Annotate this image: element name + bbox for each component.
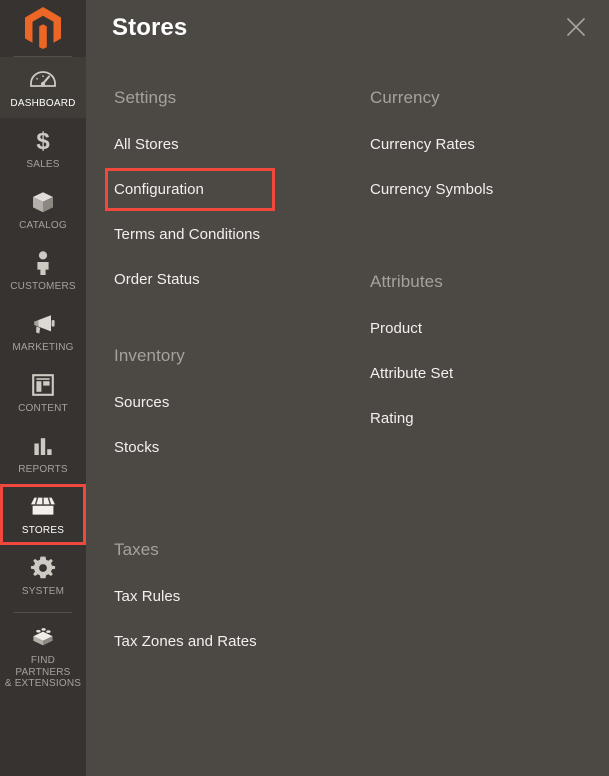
list-item: Terms and Conditions	[112, 220, 354, 249]
group-links-taxes: Tax Rules Tax Zones and Rates	[112, 582, 354, 656]
stores-flyout-panel: Stores Settings All Stores Configuration…	[86, 0, 609, 776]
link-order-status[interactable]: Order Status	[112, 265, 208, 294]
link-currency-symbols[interactable]: Currency Symbols	[368, 175, 501, 204]
sidebar-item-stores[interactable]: STORES	[0, 484, 86, 545]
sidebar-item-content[interactable]: CONTENT	[0, 362, 86, 423]
sidebar-item-label: FIND PARTNERS & EXTENSIONS	[4, 655, 82, 689]
sidebar-item-customers[interactable]: CUSTOMERS	[0, 240, 86, 301]
storefront-icon	[28, 493, 58, 521]
sidebar-item-dashboard[interactable]: DASHBOARD	[0, 57, 86, 118]
list-item: All Stores	[112, 130, 354, 159]
link-configuration[interactable]: Configuration	[105, 168, 275, 211]
panel-column-left: Settings All Stores Configuration Terms …	[86, 56, 354, 672]
sidebar-item-reports[interactable]: REPORTS	[0, 423, 86, 484]
link-currency-rates[interactable]: Currency Rates	[368, 130, 483, 159]
bar-chart-icon	[31, 432, 55, 460]
group-title-attributes: Attributes	[370, 272, 443, 291]
group-links-attributes: Product Attribute Set Rating	[368, 314, 609, 433]
page-title: Stores	[112, 14, 188, 41]
list-item: Order Status	[112, 265, 354, 294]
sidebar-item-label: SYSTEM	[21, 586, 65, 597]
sidebar-item-label: SALES	[26, 159, 60, 170]
group-title-settings: Settings	[114, 88, 177, 107]
close-icon[interactable]	[557, 8, 595, 46]
group-taxes: Taxes Tax Rules Tax Zones and Rates	[112, 540, 354, 656]
magento-logo-icon	[25, 7, 61, 49]
brick-icon	[29, 623, 57, 651]
list-item: Attribute Set	[368, 359, 609, 388]
panel-column-right: Currency Currency Rates Currency Symbols…	[354, 56, 609, 672]
sidebar-item-label: DASHBOARD	[10, 98, 76, 109]
group-links-inventory: Sources Stocks	[112, 388, 354, 462]
gear-icon	[30, 554, 56, 582]
sidebar-item-label: REPORTS	[18, 464, 68, 475]
group-title-inventory: Inventory	[114, 346, 185, 365]
sidebar-item-label: STORES	[21, 525, 65, 536]
panel-columns: Settings All Stores Configuration Terms …	[86, 56, 609, 672]
link-stocks[interactable]: Stocks	[112, 433, 167, 462]
list-item: Currency Symbols	[368, 175, 609, 204]
sidebar-item-label: CATALOG	[19, 220, 67, 231]
link-tax-zones-and-rates[interactable]: Tax Zones and Rates	[112, 627, 265, 656]
layout-icon	[31, 371, 55, 399]
list-item: Configuration	[105, 168, 354, 211]
list-item: Tax Zones and Rates	[112, 627, 354, 656]
list-item: Rating	[368, 404, 609, 433]
link-attribute-set[interactable]: Attribute Set	[368, 359, 461, 388]
link-rating[interactable]: Rating	[368, 404, 422, 433]
link-tax-rules[interactable]: Tax Rules	[112, 582, 188, 611]
svg-text:$: $	[36, 128, 50, 154]
sidebar-item-label: MARKETING	[12, 342, 74, 353]
admin-panel-root: DASHBOARD $ SALES CATALOG CUSTOMERS MARK…	[0, 0, 609, 776]
group-currency: Currency Currency Rates Currency Symbols	[368, 88, 609, 204]
sidebar-item-find-partners[interactable]: FIND PARTNERS & EXTENSIONS	[0, 613, 86, 699]
box-icon	[30, 188, 56, 216]
sidebar-item-catalog[interactable]: CATALOG	[0, 179, 86, 240]
link-sources[interactable]: Sources	[112, 388, 177, 417]
list-item: Tax Rules	[112, 582, 354, 611]
link-product[interactable]: Product	[368, 314, 430, 343]
main-sidebar: DASHBOARD $ SALES CATALOG CUSTOMERS MARK…	[0, 0, 86, 776]
sidebar-item-marketing[interactable]: MARKETING	[0, 301, 86, 362]
list-item: Product	[368, 314, 609, 343]
list-item: Sources	[112, 388, 354, 417]
list-item: Currency Rates	[368, 130, 609, 159]
panel-header: Stores	[86, 0, 609, 56]
group-links-settings: All Stores Configuration Terms and Condi…	[105, 130, 354, 294]
group-inventory: Inventory Sources Stocks	[112, 346, 354, 462]
sidebar-item-label: CONTENT	[18, 403, 68, 414]
sidebar-item-system[interactable]: SYSTEM	[0, 545, 86, 606]
gauge-icon	[30, 66, 56, 94]
list-item: Stocks	[112, 433, 354, 462]
person-icon	[33, 249, 53, 277]
group-settings: Settings All Stores Configuration Terms …	[105, 88, 354, 294]
group-attributes: Attributes Product Attribute Set Rating	[368, 272, 609, 433]
link-all-stores[interactable]: All Stores	[112, 130, 187, 159]
sidebar-item-label: CUSTOMERS	[10, 281, 76, 292]
sidebar-item-sales[interactable]: $ SALES	[0, 118, 86, 179]
group-title-taxes: Taxes	[114, 540, 159, 559]
megaphone-icon	[29, 310, 57, 338]
group-links-currency: Currency Rates Currency Symbols	[368, 130, 609, 204]
group-title-currency: Currency	[370, 88, 440, 107]
link-terms-and-conditions[interactable]: Terms and Conditions	[112, 220, 268, 249]
magento-logo[interactable]	[0, 0, 86, 56]
dollar-icon: $	[33, 127, 53, 155]
